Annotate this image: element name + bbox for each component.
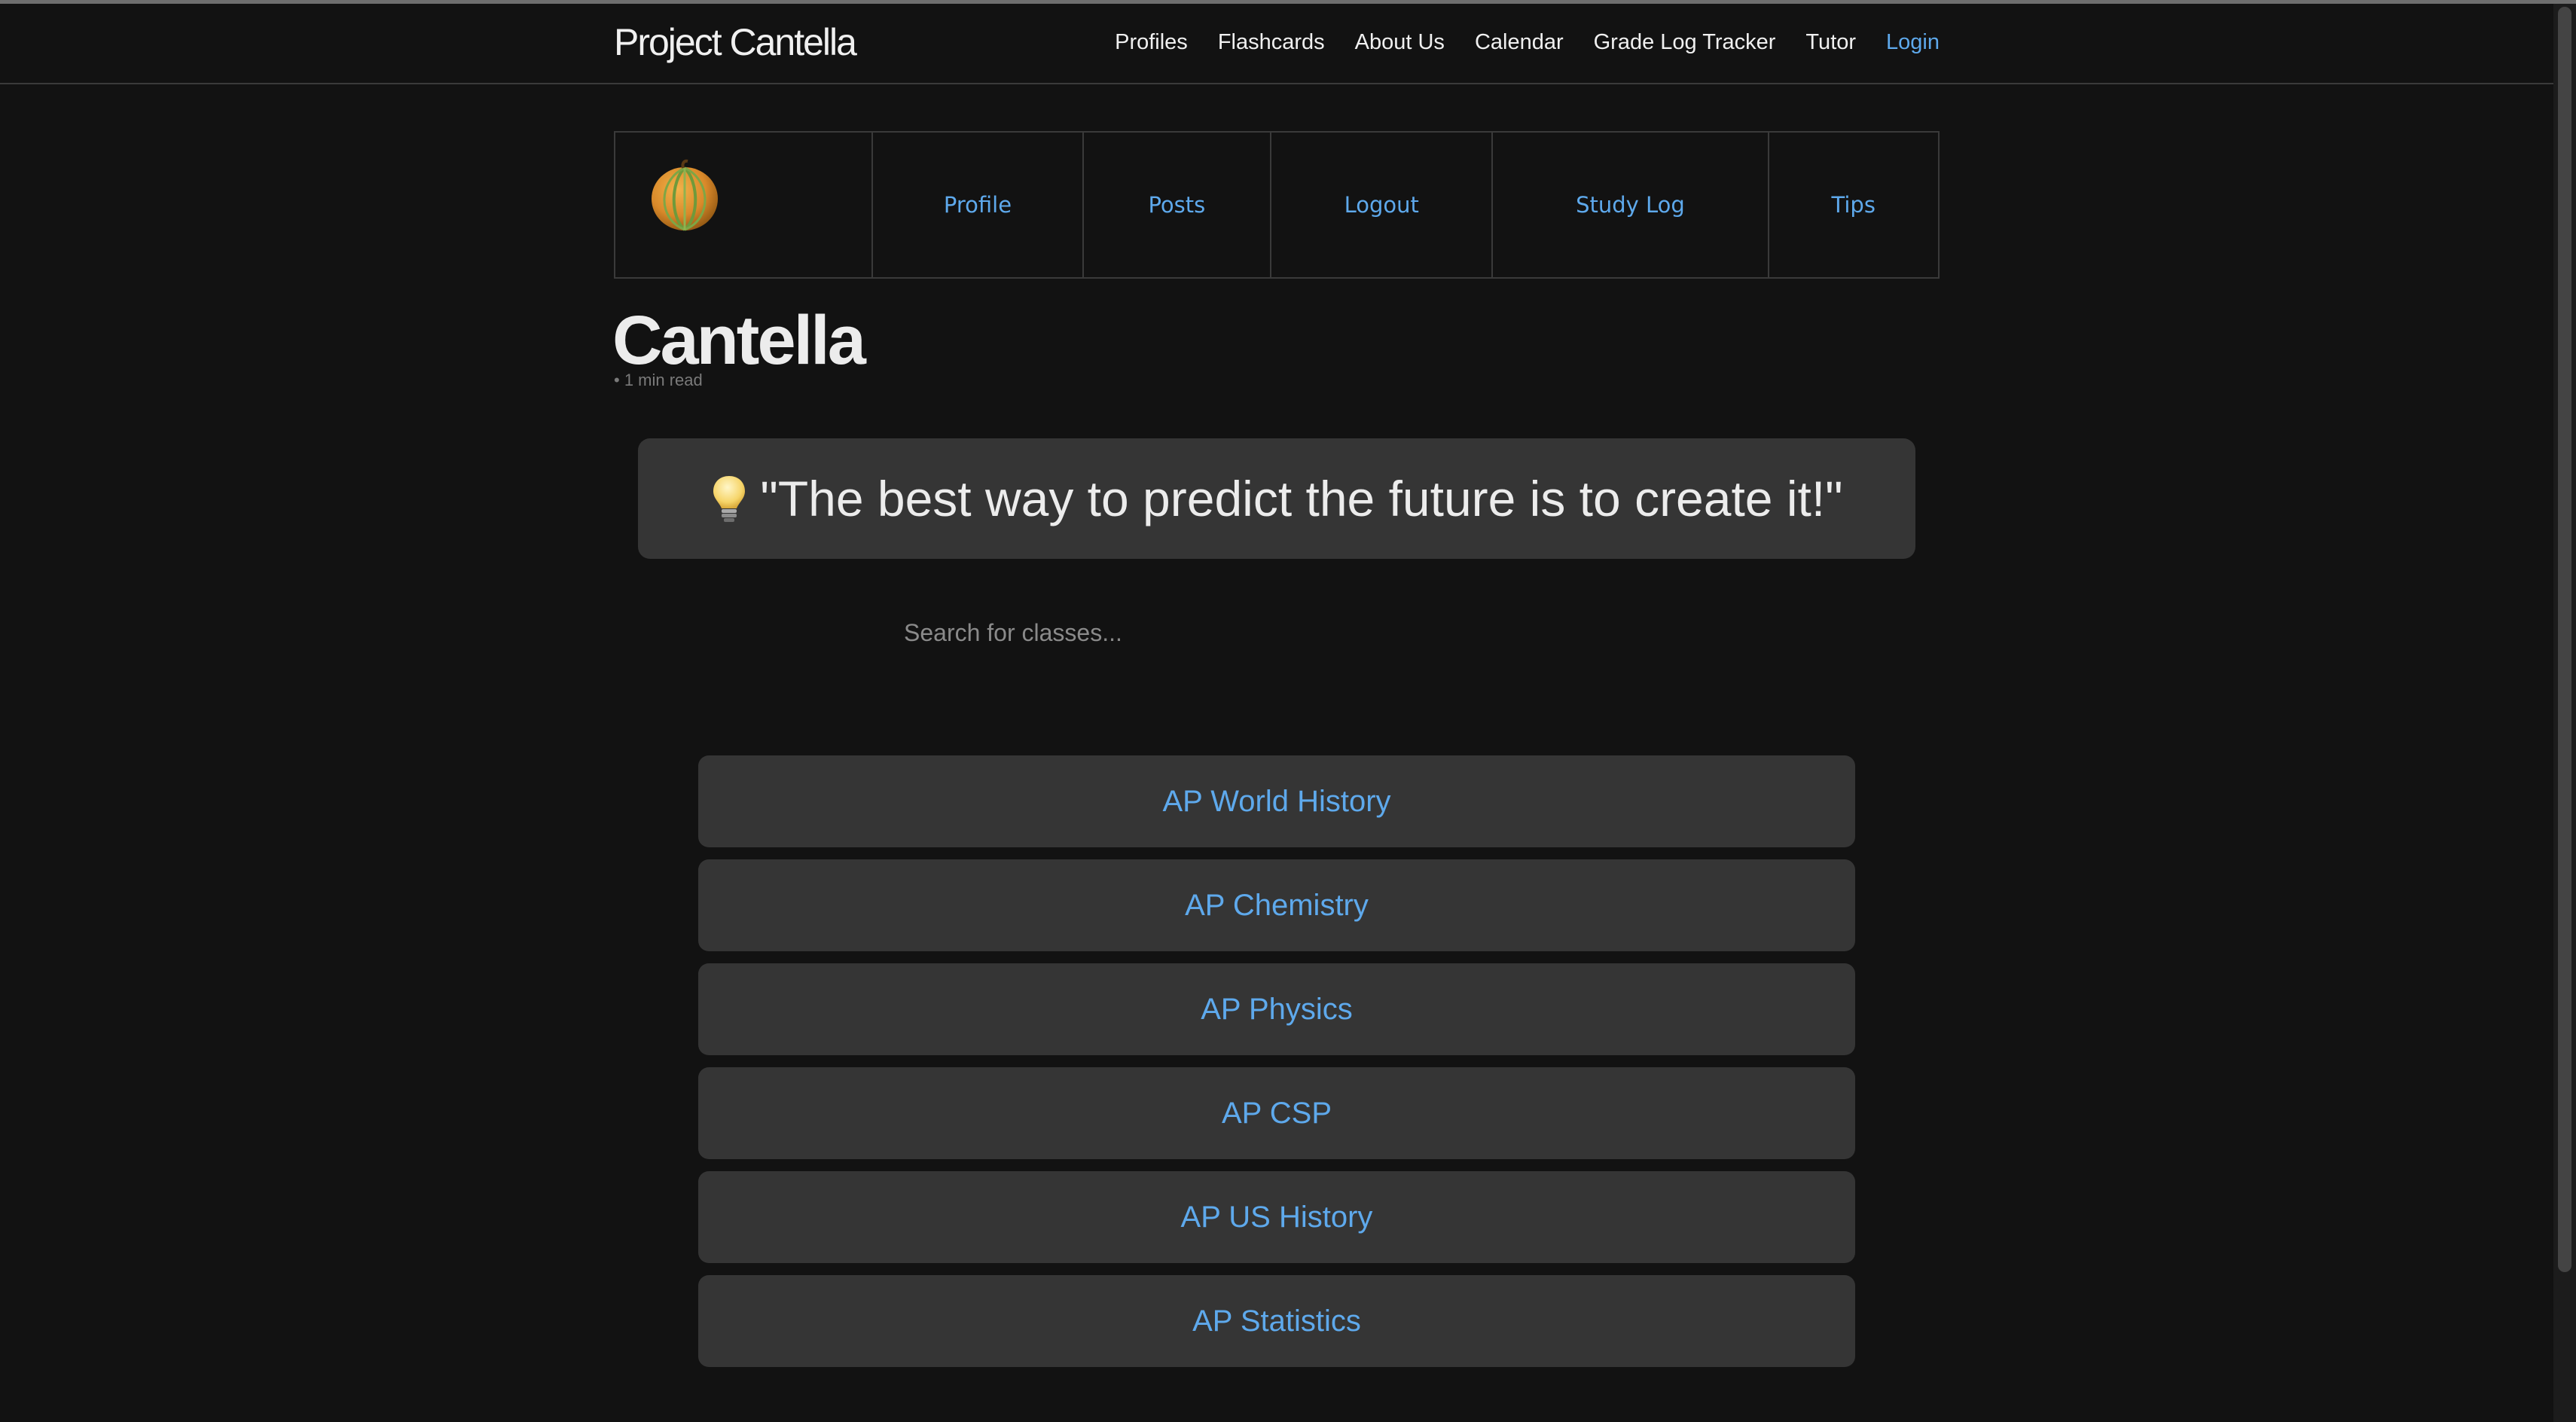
sub-nav-logo-cell: [615, 133, 874, 277]
sub-nav-cell-profile: Profile: [873, 133, 1084, 277]
sub-nav-cell-logout: Logout: [1271, 133, 1494, 277]
nav-item-about-us[interactable]: About Us: [1355, 30, 1445, 55]
class-item-ap-physics[interactable]: AP Physics: [698, 963, 1855, 1055]
scrollbar-thumb[interactable]: [2558, 7, 2571, 1272]
page-scrollbar[interactable]: [2553, 4, 2576, 1422]
sub-nav-posts-link[interactable]: Posts: [1148, 192, 1205, 218]
sub-nav-tips-link[interactable]: Tips: [1832, 192, 1876, 218]
site-header: Project Cantella Profiles Flashcards Abo…: [0, 4, 2553, 84]
lightbulb-icon: [713, 476, 746, 522]
sub-nav-cell-posts: Posts: [1084, 133, 1272, 277]
cantaloupe-icon: [652, 159, 718, 231]
page-title: Cantella: [612, 302, 866, 379]
nav-item-tutor[interactable]: Tutor: [1805, 30, 1856, 55]
sub-nav-cell-tips: Tips: [1769, 133, 1938, 277]
read-time-meta: • 1 min read: [614, 371, 703, 389]
quote-box: "The best way to predict the future is t…: [638, 438, 1915, 559]
class-item-ap-chemistry[interactable]: AP Chemistry: [698, 859, 1855, 951]
class-item-ap-world-history[interactable]: AP World History: [698, 755, 1855, 847]
site-nav: Profiles Flashcards About Us Calendar Gr…: [1055, 30, 1940, 55]
nav-item-grade-log-tracker[interactable]: Grade Log Tracker: [1594, 30, 1776, 55]
nav-item-profiles[interactable]: Profiles: [1115, 30, 1188, 55]
class-item-ap-csp[interactable]: AP CSP: [698, 1067, 1855, 1159]
nav-item-flashcards[interactable]: Flashcards: [1218, 30, 1325, 55]
sub-nav-profile-link[interactable]: Profile: [944, 192, 1012, 218]
class-list: AP World History AP Chemistry AP Physics…: [698, 755, 1855, 1379]
sub-nav-table: Profile Posts Logout Study Log Tips: [614, 131, 1940, 279]
sub-nav-logout-link[interactable]: Logout: [1344, 192, 1419, 218]
class-item-ap-statistics[interactable]: AP Statistics: [698, 1275, 1855, 1367]
sub-nav-cell-study-log: Study Log: [1493, 133, 1769, 277]
login-link[interactable]: Login: [1886, 30, 1940, 55]
sub-nav-study-log-link[interactable]: Study Log: [1576, 192, 1685, 218]
site-title-link[interactable]: Project Cantella: [614, 20, 857, 64]
class-search-input[interactable]: [904, 610, 1506, 655]
class-item-ap-us-history[interactable]: AP US History: [698, 1171, 1855, 1263]
quote-text: "The best way to predict the future is t…: [760, 471, 1843, 526]
nav-item-calendar[interactable]: Calendar: [1475, 30, 1564, 55]
